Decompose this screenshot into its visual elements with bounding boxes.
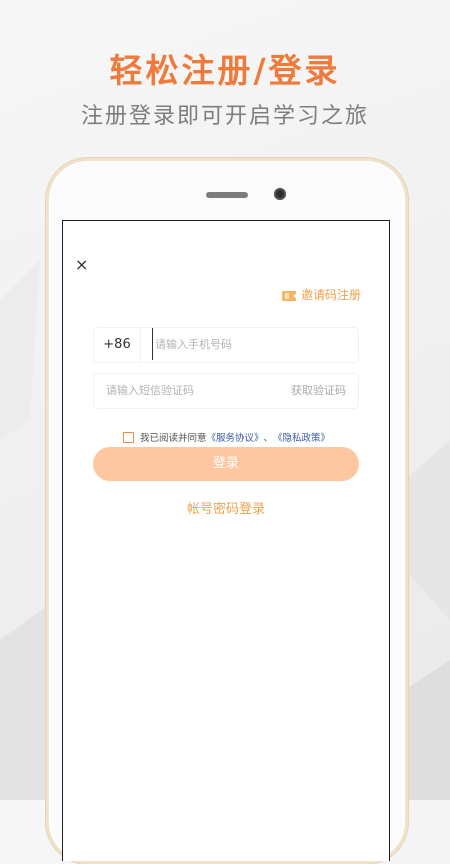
invite-register-label: 邀请码注册 [300,288,361,302]
service-agreement-link[interactable]: 《服务协议》 [207,430,264,444]
privacy-policy-link[interactable]: 《隐私政策》 [273,430,330,444]
promo-headline: 轻松注册/登录 [109,51,341,90]
sms-code-field: 获取验证码 [93,373,359,409]
phone-input[interactable] [152,328,345,360]
promo-subline: 注册登录即可开启学习之旅 [80,104,369,129]
phone-field: +86 [93,327,359,363]
login-screen: × 邀请码注册 +86 获取验证码 我已阅读并同意 《服务协议》 、 [62,220,390,861]
get-code-button[interactable]: 获取验证码 [291,374,346,408]
phone-mockup: × 邀请码注册 +86 获取验证码 我已阅读并同意 《服务协议》 、 [46,158,408,864]
country-code[interactable]: +86 [94,328,141,362]
ticket-icon [281,290,298,301]
agree-separator: 、 [263,433,274,444]
phone-camera [274,188,286,200]
phone-speaker [206,192,248,198]
agreement-row: 我已阅读并同意 《服务协议》 、 《隐私政策》 [123,430,330,444]
invite-register-link[interactable]: 邀请码注册 [281,286,361,303]
agree-prefix: 我已阅读并同意 [140,433,207,444]
password-login-link[interactable]: 帐号密码登录 [63,498,389,517]
close-icon[interactable]: × [75,257,88,273]
checkbox-unchecked-icon[interactable] [123,431,134,443]
login-button[interactable]: 登录 [93,447,359,481]
sms-code-input[interactable] [106,374,276,406]
